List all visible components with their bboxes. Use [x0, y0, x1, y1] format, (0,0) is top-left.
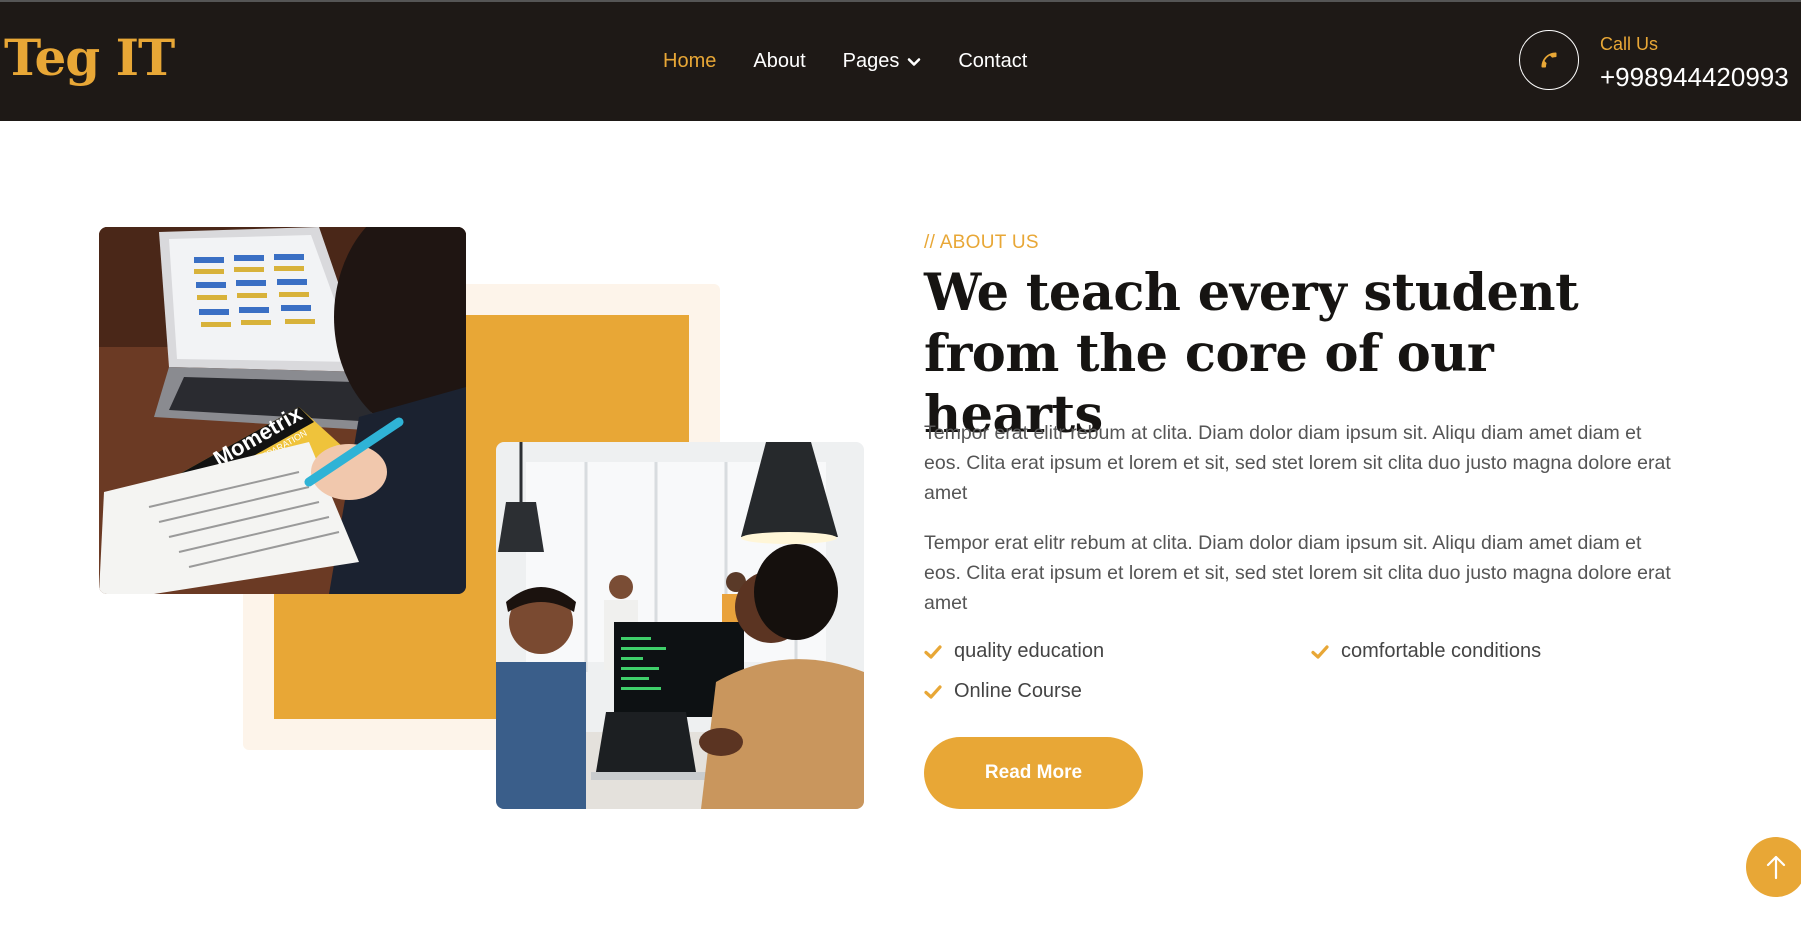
feature-label: quality education — [954, 640, 1105, 662]
nav-label-home: Home — [663, 50, 717, 72]
team-computer-photo — [496, 442, 864, 809]
feature-label: comfortable conditions — [1341, 640, 1542, 662]
nav-item-pages[interactable]: Pages — [843, 50, 922, 73]
nav-label-pages: Pages — [842, 50, 900, 72]
navbar: Teg IT Home About Pages Contact Call Us … — [0, 0, 1801, 121]
nav-item-about[interactable]: About — [753, 50, 805, 73]
nav-label-about: About — [753, 50, 806, 72]
feature-item: Online Course — [924, 680, 1082, 703]
check-icon — [1311, 644, 1329, 659]
read-more-button[interactable]: Read More — [924, 737, 1143, 809]
check-icon — [924, 684, 942, 699]
about-paragraph: Tempor erat elitr rebum at clita. Diam d… — [924, 422, 1671, 504]
chevron-down-icon — [908, 57, 921, 66]
phone-number[interactable]: +998944420993 — [1600, 62, 1789, 93]
check-icon — [924, 644, 942, 659]
phone-icon — [1541, 52, 1557, 68]
nav-item-home[interactable]: Home — [663, 50, 716, 73]
feature-item: quality education — [924, 640, 1104, 663]
call-us-label: Call Us — [1600, 34, 1659, 54]
about-paragraph: Tempor erat elitr rebum at clita. Diam d… — [924, 532, 1671, 614]
main-nav: Home About Pages Contact — [663, 50, 1027, 73]
feature-label: Online Course — [954, 680, 1082, 702]
feature-item: comfortable conditions — [1311, 640, 1541, 663]
nav-item-contact[interactable]: Contact — [958, 50, 1027, 73]
student-laptop-photo: Mometrix TEST PREPARATION — [99, 227, 466, 594]
arrow-up-icon — [1766, 855, 1786, 880]
back-to-top-button[interactable] — [1746, 837, 1801, 897]
call-button[interactable] — [1519, 30, 1579, 90]
nav-label-contact: Contact — [958, 50, 1028, 72]
brand-logo[interactable]: Teg IT — [4, 28, 175, 87]
section-eyebrow: // ABOUT US — [924, 232, 1039, 253]
